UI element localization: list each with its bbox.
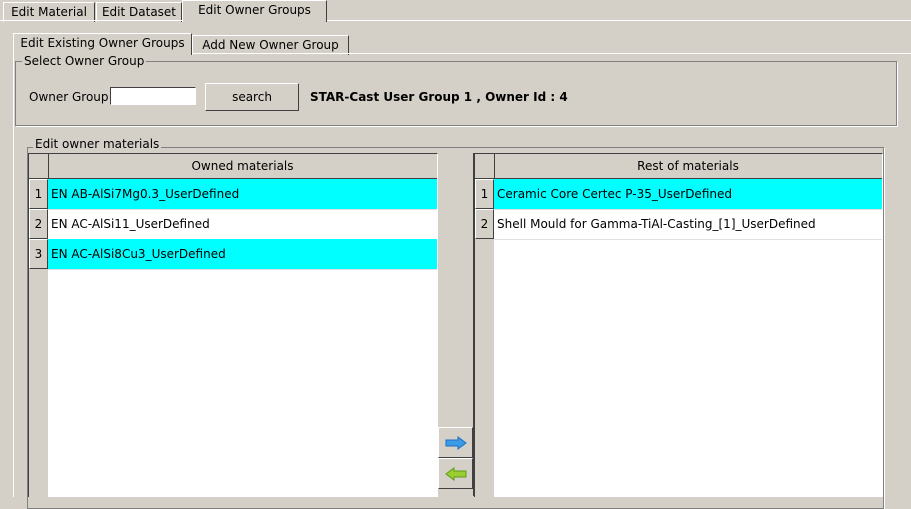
table-row[interactable]: EN AC-AlSi11_UserDefined bbox=[48, 209, 437, 240]
row-number: 2 bbox=[29, 209, 48, 239]
rest-materials-table[interactable]: Rest of materials 1 Ceramic Core Certec … bbox=[474, 153, 883, 497]
tab-edit-dataset[interactable]: Edit Dataset bbox=[96, 2, 182, 22]
table-row[interactable]: EN AC-AlSi8Cu3_UserDefined bbox=[48, 239, 437, 270]
tab-edit-existing-owner-groups[interactable]: Edit Existing Owner Groups bbox=[13, 33, 192, 55]
table-row[interactable]: Shell Mould for Gamma-TiAl-Casting_[1]_U… bbox=[494, 209, 882, 240]
table-divider bbox=[473, 153, 474, 496]
owner-group-label: Owner Group bbox=[29, 90, 109, 104]
tab-add-new-owner-group[interactable]: Add New Owner Group bbox=[192, 35, 349, 55]
corner-header bbox=[475, 154, 495, 179]
edit-owner-materials-legend: Edit owner materials bbox=[33, 137, 162, 151]
rest-materials-header[interactable]: Rest of materials bbox=[494, 154, 882, 179]
arrow-right-icon bbox=[445, 436, 467, 450]
owned-materials-header[interactable]: Owned materials bbox=[48, 154, 437, 179]
row-number: 2 bbox=[475, 209, 494, 239]
select-owner-group-legend: Select Owner Group bbox=[22, 54, 147, 68]
table-row[interactable]: EN AB-AlSi7Mg0.3_UserDefined bbox=[48, 179, 437, 210]
tab-edit-material[interactable]: Edit Material bbox=[3, 2, 95, 22]
row-number: 1 bbox=[29, 179, 48, 209]
row-number: 3 bbox=[29, 239, 48, 269]
row-number: 1 bbox=[475, 179, 494, 209]
table-row[interactable]: Ceramic Core Certec P-35_UserDefined bbox=[494, 179, 882, 210]
corner-header bbox=[29, 154, 49, 179]
move-right-button[interactable] bbox=[438, 427, 473, 458]
arrow-left-icon bbox=[444, 467, 466, 481]
tab-edit-owner-groups[interactable]: Edit Owner Groups bbox=[182, 0, 327, 22]
move-left-button[interactable] bbox=[438, 458, 473, 489]
owner-group-input[interactable] bbox=[110, 87, 196, 105]
owned-materials-table[interactable]: Owned materials 1 EN AB-AlSi7Mg0.3_UserD… bbox=[28, 153, 438, 497]
search-button[interactable]: search bbox=[205, 83, 299, 111]
owner-group-status: STAR-Cast User Group 1 , Owner Id : 4 bbox=[310, 90, 568, 104]
